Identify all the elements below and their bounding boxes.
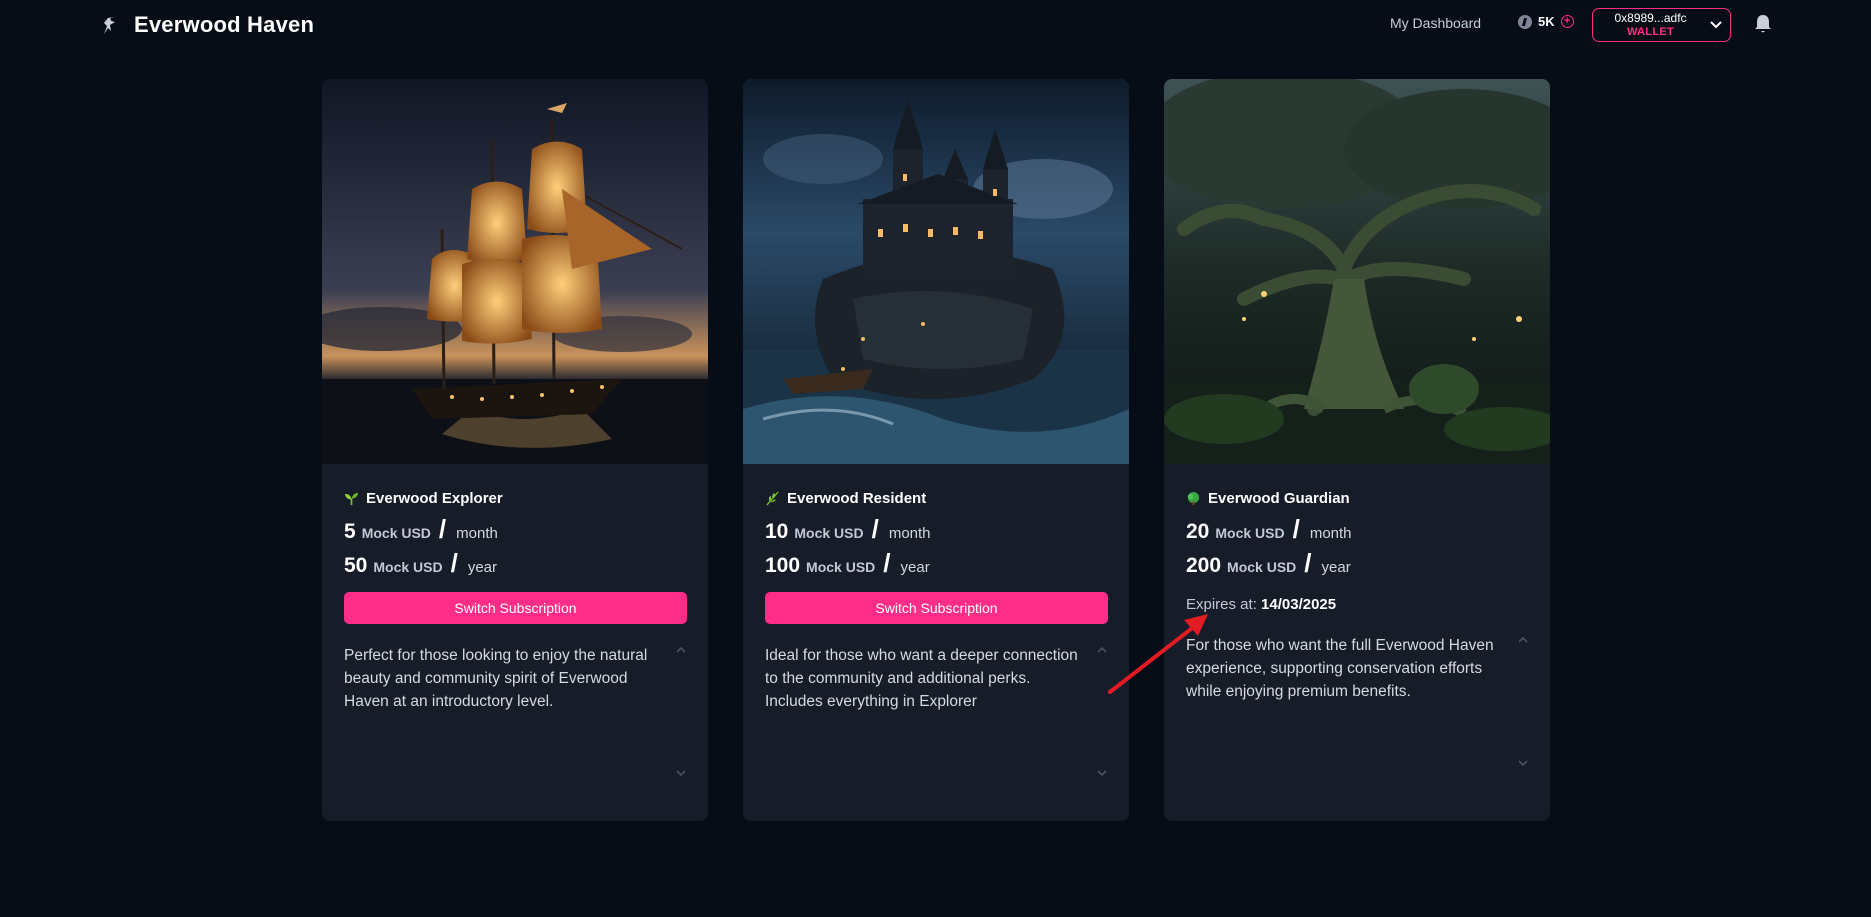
expires-label: Expires at: — [1186, 596, 1257, 613]
monthly-price-amount: 20 — [1186, 520, 1210, 543]
yearly-price-amount: 200 — [1186, 554, 1222, 577]
plan-card-body: Everwood Explorer 5 Mock USD / month 50 … — [322, 464, 708, 779]
yearly-price: 200 Mock USD / year — [1186, 548, 1529, 578]
yearly-period: year — [900, 559, 930, 576]
monthly-price-unit: Mock USD — [1215, 525, 1285, 541]
yearly-period: year — [1321, 559, 1351, 576]
monthly-period: month — [888, 525, 931, 542]
brand[interactable]: Everwood Haven — [98, 10, 314, 40]
yearly-price-unit: Mock USD — [806, 559, 876, 575]
plan-title: Everwood Guardian — [1186, 488, 1529, 508]
monthly-price-amount: 10 — [765, 520, 789, 543]
plan-description-box[interactable]: Perfect for those looking to enjoy the n… — [344, 644, 687, 779]
brand-name: Everwood Haven — [134, 12, 315, 37]
yearly-price-amount: 50 — [344, 554, 368, 577]
plan-card-explorer: Everwood Explorer 5 Mock USD / month 50 … — [322, 79, 708, 821]
switch-subscription-button[interactable]: Switch Subscription — [344, 592, 687, 624]
plan-title: Everwood Explorer — [344, 488, 687, 508]
expires-date: 14/03/2025 — [1261, 596, 1337, 613]
castle-island-image — [743, 79, 1129, 464]
scroll-up-icon[interactable] — [675, 644, 687, 656]
monthly-period: month — [1309, 525, 1352, 542]
monthly-price: 5 Mock USD / month — [344, 514, 687, 544]
description-scrollbar[interactable] — [675, 644, 687, 779]
scroll-up-icon[interactable] — [1517, 634, 1529, 646]
monthly-price-unit: Mock USD — [794, 525, 864, 541]
monthly-price-unit: Mock USD — [361, 525, 431, 541]
top-navbar: Everwood Haven My Dashboard 5K + 0x8989.… — [0, 0, 1871, 50]
yearly-price: 100 Mock USD / year — [765, 548, 1108, 578]
monthly-period: month — [456, 525, 498, 542]
price-separator: / — [871, 514, 879, 544]
yearly-price-amount: 100 — [765, 554, 801, 577]
plan-description-box[interactable]: Ideal for those who want a deeper connec… — [765, 644, 1108, 779]
plan-name: Everwood Guardian — [1208, 489, 1350, 507]
wallet-label: WALLET — [1626, 26, 1674, 38]
plan-description: For those who want the full Everwood Hav… — [1186, 637, 1494, 700]
price-separator: / — [883, 548, 891, 578]
price-separator: / — [450, 548, 458, 578]
my-dashboard-link[interactable]: My Dashboard — [1390, 15, 1481, 31]
plan-card-guardian: Everwood Guardian 20 Mock USD / month 20… — [1164, 79, 1550, 821]
credits-amount: 5K — [1538, 14, 1555, 29]
scroll-up-icon[interactable] — [1096, 644, 1108, 656]
plan-description: Perfect for those looking to enjoy the n… — [344, 647, 648, 710]
plan-card-body: Everwood Resident 10 Mock USD / month 10… — [743, 464, 1129, 779]
plan-title: Everwood Resident — [765, 488, 1108, 508]
wallet-button[interactable]: 0x8989...adfc WALLET — [1592, 8, 1731, 42]
yearly-period: year — [467, 559, 498, 576]
description-scrollbar[interactable] — [1096, 644, 1108, 779]
plan-name: Everwood Explorer — [366, 489, 503, 507]
expiry-info: Expires at: 14/03/2025 — [1186, 596, 1529, 616]
price-separator: / — [438, 514, 447, 544]
credits-balance[interactable]: 5K + — [1518, 14, 1574, 29]
wallet-info: 0x8989...adfc WALLET — [1593, 11, 1702, 39]
price-separator: / — [1304, 548, 1312, 578]
switch-subscription-button[interactable]: Switch Subscription — [765, 592, 1108, 624]
scroll-down-icon[interactable] — [675, 767, 687, 779]
scroll-down-icon[interactable] — [1517, 757, 1529, 769]
bell-icon[interactable] — [1753, 13, 1773, 35]
plan-card-body: Everwood Guardian 20 Mock USD / month 20… — [1164, 464, 1550, 769]
plan-description: Ideal for those who want a deeper connec… — [765, 647, 1078, 710]
wallet-address: 0x8989...adfc — [1614, 11, 1687, 25]
plan-name: Everwood Resident — [787, 489, 927, 507]
monthly-price-amount: 5 — [344, 520, 356, 543]
tree-icon — [1187, 491, 1200, 505]
plan-description-box[interactable]: For those who want the full Everwood Hav… — [1186, 634, 1529, 769]
seedling-icon — [344, 492, 359, 505]
chevron-down-icon — [1702, 21, 1730, 29]
ancient-tree-image — [1164, 79, 1550, 464]
yearly-price-unit: Mock USD — [373, 559, 443, 575]
logo-icon — [104, 17, 115, 34]
monthly-price: 10 Mock USD / month — [765, 514, 1108, 544]
plan-card-resident: Everwood Resident 10 Mock USD / month 10… — [743, 79, 1129, 821]
yearly-price: 50 Mock USD / year — [344, 548, 687, 578]
add-credits-icon[interactable]: + — [1560, 15, 1574, 28]
ship-image — [322, 79, 708, 464]
yearly-price-unit: Mock USD — [1227, 559, 1297, 575]
monthly-price: 20 Mock USD / month — [1186, 514, 1529, 544]
description-scrollbar[interactable] — [1517, 634, 1529, 769]
price-separator: / — [1292, 514, 1300, 544]
herb-icon — [766, 490, 779, 506]
credits-icon — [1518, 14, 1532, 29]
scroll-down-icon[interactable] — [1096, 767, 1108, 779]
